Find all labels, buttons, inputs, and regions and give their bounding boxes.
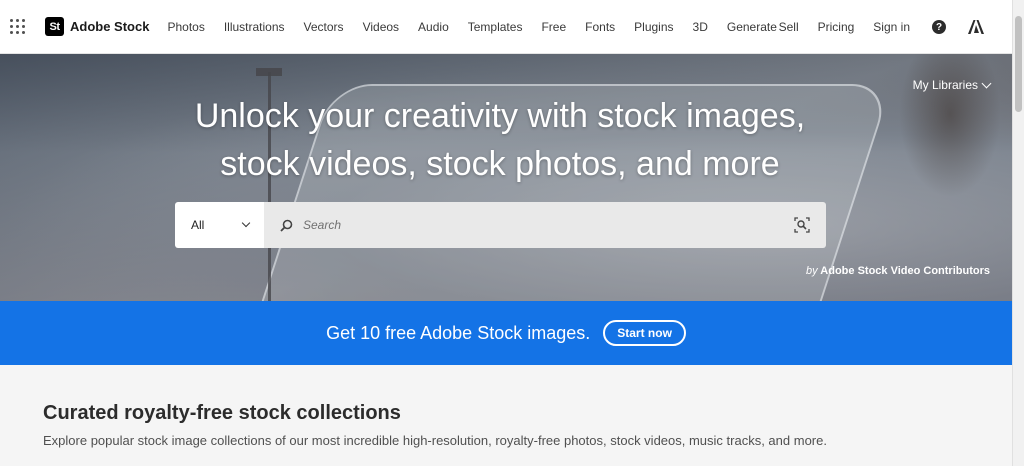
help-icon[interactable]: ? bbox=[932, 20, 946, 34]
chevron-down-icon bbox=[241, 218, 251, 228]
promo-text: Get 10 free Adobe Stock images. bbox=[326, 322, 591, 343]
nav-free[interactable]: Free bbox=[541, 20, 566, 34]
nav-plugins[interactable]: Plugins bbox=[634, 20, 673, 34]
scrollbar-thumb[interactable] bbox=[1015, 16, 1022, 112]
hero-headline: Unlock your creativity with stock images… bbox=[0, 92, 1000, 188]
search-category-dropdown[interactable]: All bbox=[175, 202, 264, 248]
collections-section: Curated royalty-free stock collections E… bbox=[43, 402, 827, 448]
collections-subtitle: Explore popular stock image collections … bbox=[43, 433, 827, 448]
sell-link[interactable]: Sell bbox=[779, 20, 799, 34]
sign-in-link[interactable]: Sign in bbox=[873, 20, 910, 34]
nav-photos[interactable]: Photos bbox=[167, 20, 204, 34]
nav-audio[interactable]: Audio bbox=[418, 20, 449, 34]
search-category-value: All bbox=[191, 218, 205, 232]
credit-name[interactable]: Adobe Stock Video Contributors bbox=[820, 265, 990, 277]
start-now-button[interactable]: Start now bbox=[603, 320, 686, 346]
search-field bbox=[264, 202, 826, 248]
visual-search-icon[interactable] bbox=[794, 217, 810, 233]
search-icon bbox=[280, 219, 293, 232]
my-libraries-label: My Libraries bbox=[912, 78, 978, 92]
stock-logo-icon: St bbox=[45, 17, 64, 36]
collections-title: Curated royalty-free stock collections bbox=[43, 402, 401, 424]
page-scrollbar[interactable] bbox=[1012, 0, 1024, 466]
search-input[interactable] bbox=[303, 218, 763, 232]
adobe-stock-logo[interactable]: St Adobe Stock bbox=[45, 17, 149, 36]
nav-illustrations[interactable]: Illustrations bbox=[224, 20, 285, 34]
pricing-link[interactable]: Pricing bbox=[818, 20, 855, 34]
nav-3d[interactable]: 3D bbox=[693, 20, 708, 34]
credit-prefix: by bbox=[806, 265, 818, 277]
hero-headline-line2: stock videos, stock photos, and more bbox=[220, 145, 780, 183]
promo-banner: Get 10 free Adobe Stock images. Start no… bbox=[0, 301, 1012, 365]
search-bar: All bbox=[175, 202, 826, 248]
top-navigation: St Adobe Stock Photos Illustrations Vect… bbox=[0, 0, 1012, 54]
nav-videos[interactable]: Videos bbox=[363, 20, 399, 34]
nav-right: Sell Pricing Sign in ? bbox=[760, 0, 984, 54]
nav-vectors[interactable]: Vectors bbox=[304, 20, 344, 34]
adobe-icon[interactable] bbox=[968, 20, 984, 34]
hero-headline-line1: Unlock your creativity with stock images… bbox=[194, 97, 806, 135]
hero-banner: My Libraries Unlock your creativity with… bbox=[0, 54, 1012, 301]
brand-name: Adobe Stock bbox=[70, 19, 150, 34]
image-credit: by Adobe Stock Video Contributors bbox=[806, 265, 990, 277]
nav-fonts[interactable]: Fonts bbox=[585, 20, 615, 34]
main-nav: Photos Illustrations Vectors Videos Audi… bbox=[167, 20, 795, 34]
chevron-down-icon bbox=[981, 78, 992, 88]
nav-templates[interactable]: Templates bbox=[468, 20, 523, 34]
my-libraries-button[interactable]: My Libraries bbox=[912, 78, 992, 92]
apps-grid-icon[interactable] bbox=[0, 10, 34, 44]
